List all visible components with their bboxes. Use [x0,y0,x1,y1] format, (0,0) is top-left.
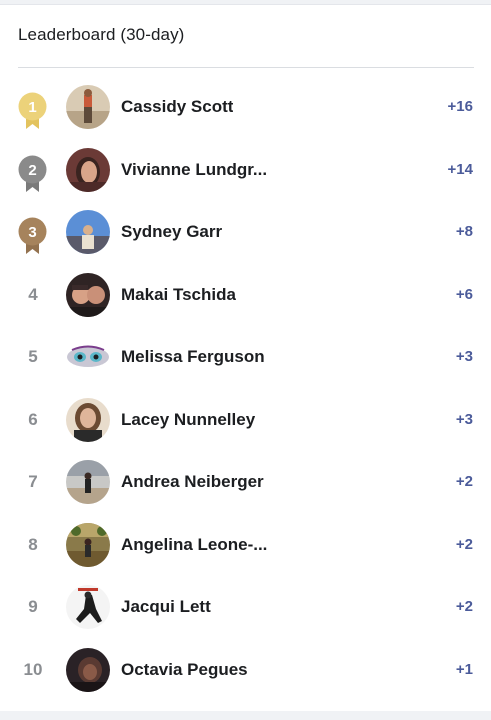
rank-number: 4 [28,284,38,304]
user-name[interactable]: Jacqui Lett [121,576,211,639]
avatar[interactable] [66,397,110,442]
leaderboard-row[interactable]: 4 Makai Tschida +6 [0,264,491,327]
avatar[interactable] [66,522,110,567]
leaderboard-row[interactable]: 1 Cassidy Scott +16 [0,76,491,139]
leaderboard-row[interactable]: 2 Vivianne Lundgr... +14 [0,139,491,202]
score: +3 [455,410,473,428]
rank-number: 8 [28,534,38,554]
leaderboard-row[interactable]: 5 Melissa Ferguson +3 [0,326,491,389]
rank-number: 9 [28,597,38,616]
score: +2 [455,598,473,615]
score: +14 [447,160,473,178]
avatar[interactable] [66,647,110,692]
score: +6 [455,285,473,303]
rank-number: 5 [28,347,38,366]
leaderboard-title: Leaderboard (30-day) [18,25,185,44]
user-name[interactable]: Melissa Ferguson [121,326,265,389]
user-name[interactable]: Makai Tschida [121,264,236,327]
avatar[interactable] [66,147,110,192]
score: +2 [455,473,473,490]
leaderboard-row[interactable]: 8 Angelina Leone-... +2 [0,514,491,577]
leaderboard-row[interactable]: 9 Jacqui Lett +2 [0,576,491,639]
score: +8 [455,223,473,240]
score: +2 [455,535,473,553]
user-name[interactable]: Sydney Garr [121,201,222,264]
leaderboard-row[interactable]: 3 Sydney Garr +8 [0,201,491,264]
rank-number: 7 [28,472,38,491]
svg-text:2: 2 [28,162,36,179]
avatar[interactable] [66,272,110,317]
leaderboard-row[interactable]: 7 Andrea Neiberger +2 [0,451,491,514]
leaderboard-card: Leaderboard (30-day) 1 Cassidy Scott +16… [0,4,491,711]
avatar[interactable] [66,585,110,629]
user-name[interactable]: Octavia Pegues [121,639,248,702]
leaderboard-list: 1 Cassidy Scott +16 2 Vivianne Lundgr...… [0,76,491,701]
svg-text:1: 1 [28,99,36,116]
avatar[interactable] [66,85,110,129]
divider [18,67,474,68]
user-name[interactable]: Andrea Neiberger [121,451,264,514]
avatar[interactable] [66,460,110,504]
gold-medal-icon: 1 [17,92,48,130]
score: +16 [447,98,473,115]
user-name[interactable]: Angelina Leone-... [121,514,267,577]
score: +1 [455,660,473,678]
user-name[interactable]: Lacey Nunnelley [121,389,255,452]
score: +3 [455,348,473,365]
avatar[interactable] [66,335,110,379]
bronze-medal-icon: 3 [17,217,48,255]
rank-number: 10 [23,659,43,679]
leaderboard-row[interactable]: 10 Octavia Pegues +1 [0,639,491,702]
svg-text:3: 3 [28,224,36,241]
avatar[interactable] [66,210,110,254]
silver-medal-icon: 2 [17,155,48,193]
rank-number: 6 [28,409,38,429]
user-name[interactable]: Vivianne Lundgr... [121,139,267,202]
user-name[interactable]: Cassidy Scott [121,76,233,139]
leaderboard-row[interactable]: 6 Lacey Nunnelley +3 [0,389,491,452]
